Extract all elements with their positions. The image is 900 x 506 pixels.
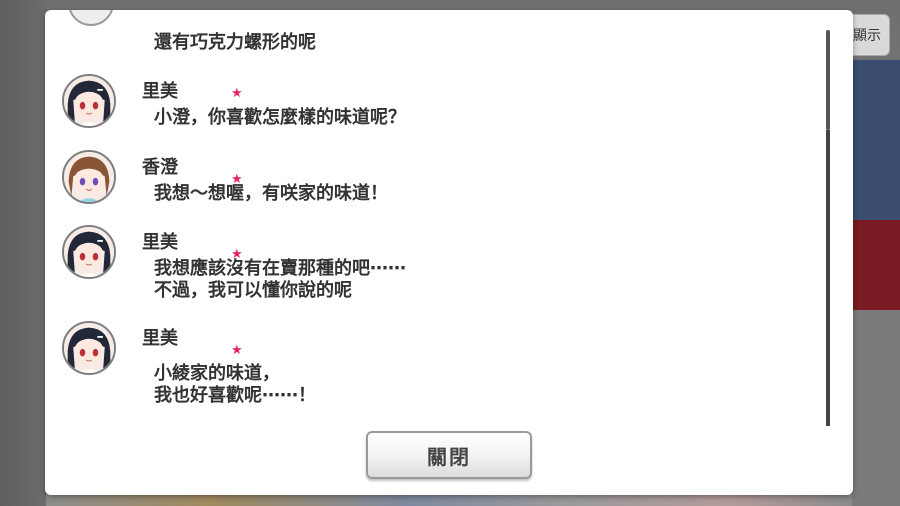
scrollbar-track <box>826 130 830 426</box>
kasumi-avatar-icon <box>62 150 116 204</box>
dialogue-line: 我也好喜歡呢⋯⋯！ <box>154 385 316 406</box>
rimi-avatar-icon <box>62 321 116 375</box>
scrollbar-thumb[interactable] <box>826 30 830 130</box>
partial-avatar-icon <box>68 10 114 26</box>
star-icon: ★ <box>231 343 243 358</box>
story-log-list[interactable]: 還有巧克力螺形的呢 里美 ★ 小澄，你喜歡怎麼樣的味道呢？ 香澄 ★ 我想～想喔… <box>45 10 815 430</box>
close-button-label: 關閉 <box>427 444 471 469</box>
dialogue-line: 小澄，你喜歡怎麼樣的味道呢？ <box>154 107 406 128</box>
background-right-red <box>852 220 900 310</box>
background-left-strip <box>0 0 46 506</box>
background-right-floor <box>852 310 900 506</box>
background-bottom-stripe <box>46 494 852 506</box>
dialogue-line: 小綾家的味道， <box>154 363 280 384</box>
star-icon: ★ <box>231 86 243 101</box>
dialogue-line: 我想應該沒有在賣那種的吧⋯⋯ <box>154 258 406 279</box>
show-button-label: 顯示 <box>853 28 881 44</box>
rimi-avatar-icon <box>62 74 116 128</box>
rimi-avatar-icon <box>62 225 116 279</box>
close-button[interactable]: 關閉 <box>366 431 532 479</box>
speaker-name: 里美 <box>142 232 178 253</box>
dialogue-line: 還有巧克力螺形的呢 <box>154 32 316 53</box>
dialogue-line: 不過，我可以懂你說的呢 <box>154 280 352 301</box>
dialogue-line: 我想～想喔，有咲家的味道！ <box>154 183 388 204</box>
log-scrollbar[interactable] <box>826 30 830 426</box>
story-log-dialog: 還有巧克力螺形的呢 里美 ★ 小澄，你喜歡怎麼樣的味道呢？ 香澄 ★ 我想～想喔… <box>45 10 853 495</box>
speaker-name: 香澄 <box>142 157 178 178</box>
speaker-name: 里美 <box>142 328 178 349</box>
speaker-name: 里美 <box>142 81 178 102</box>
